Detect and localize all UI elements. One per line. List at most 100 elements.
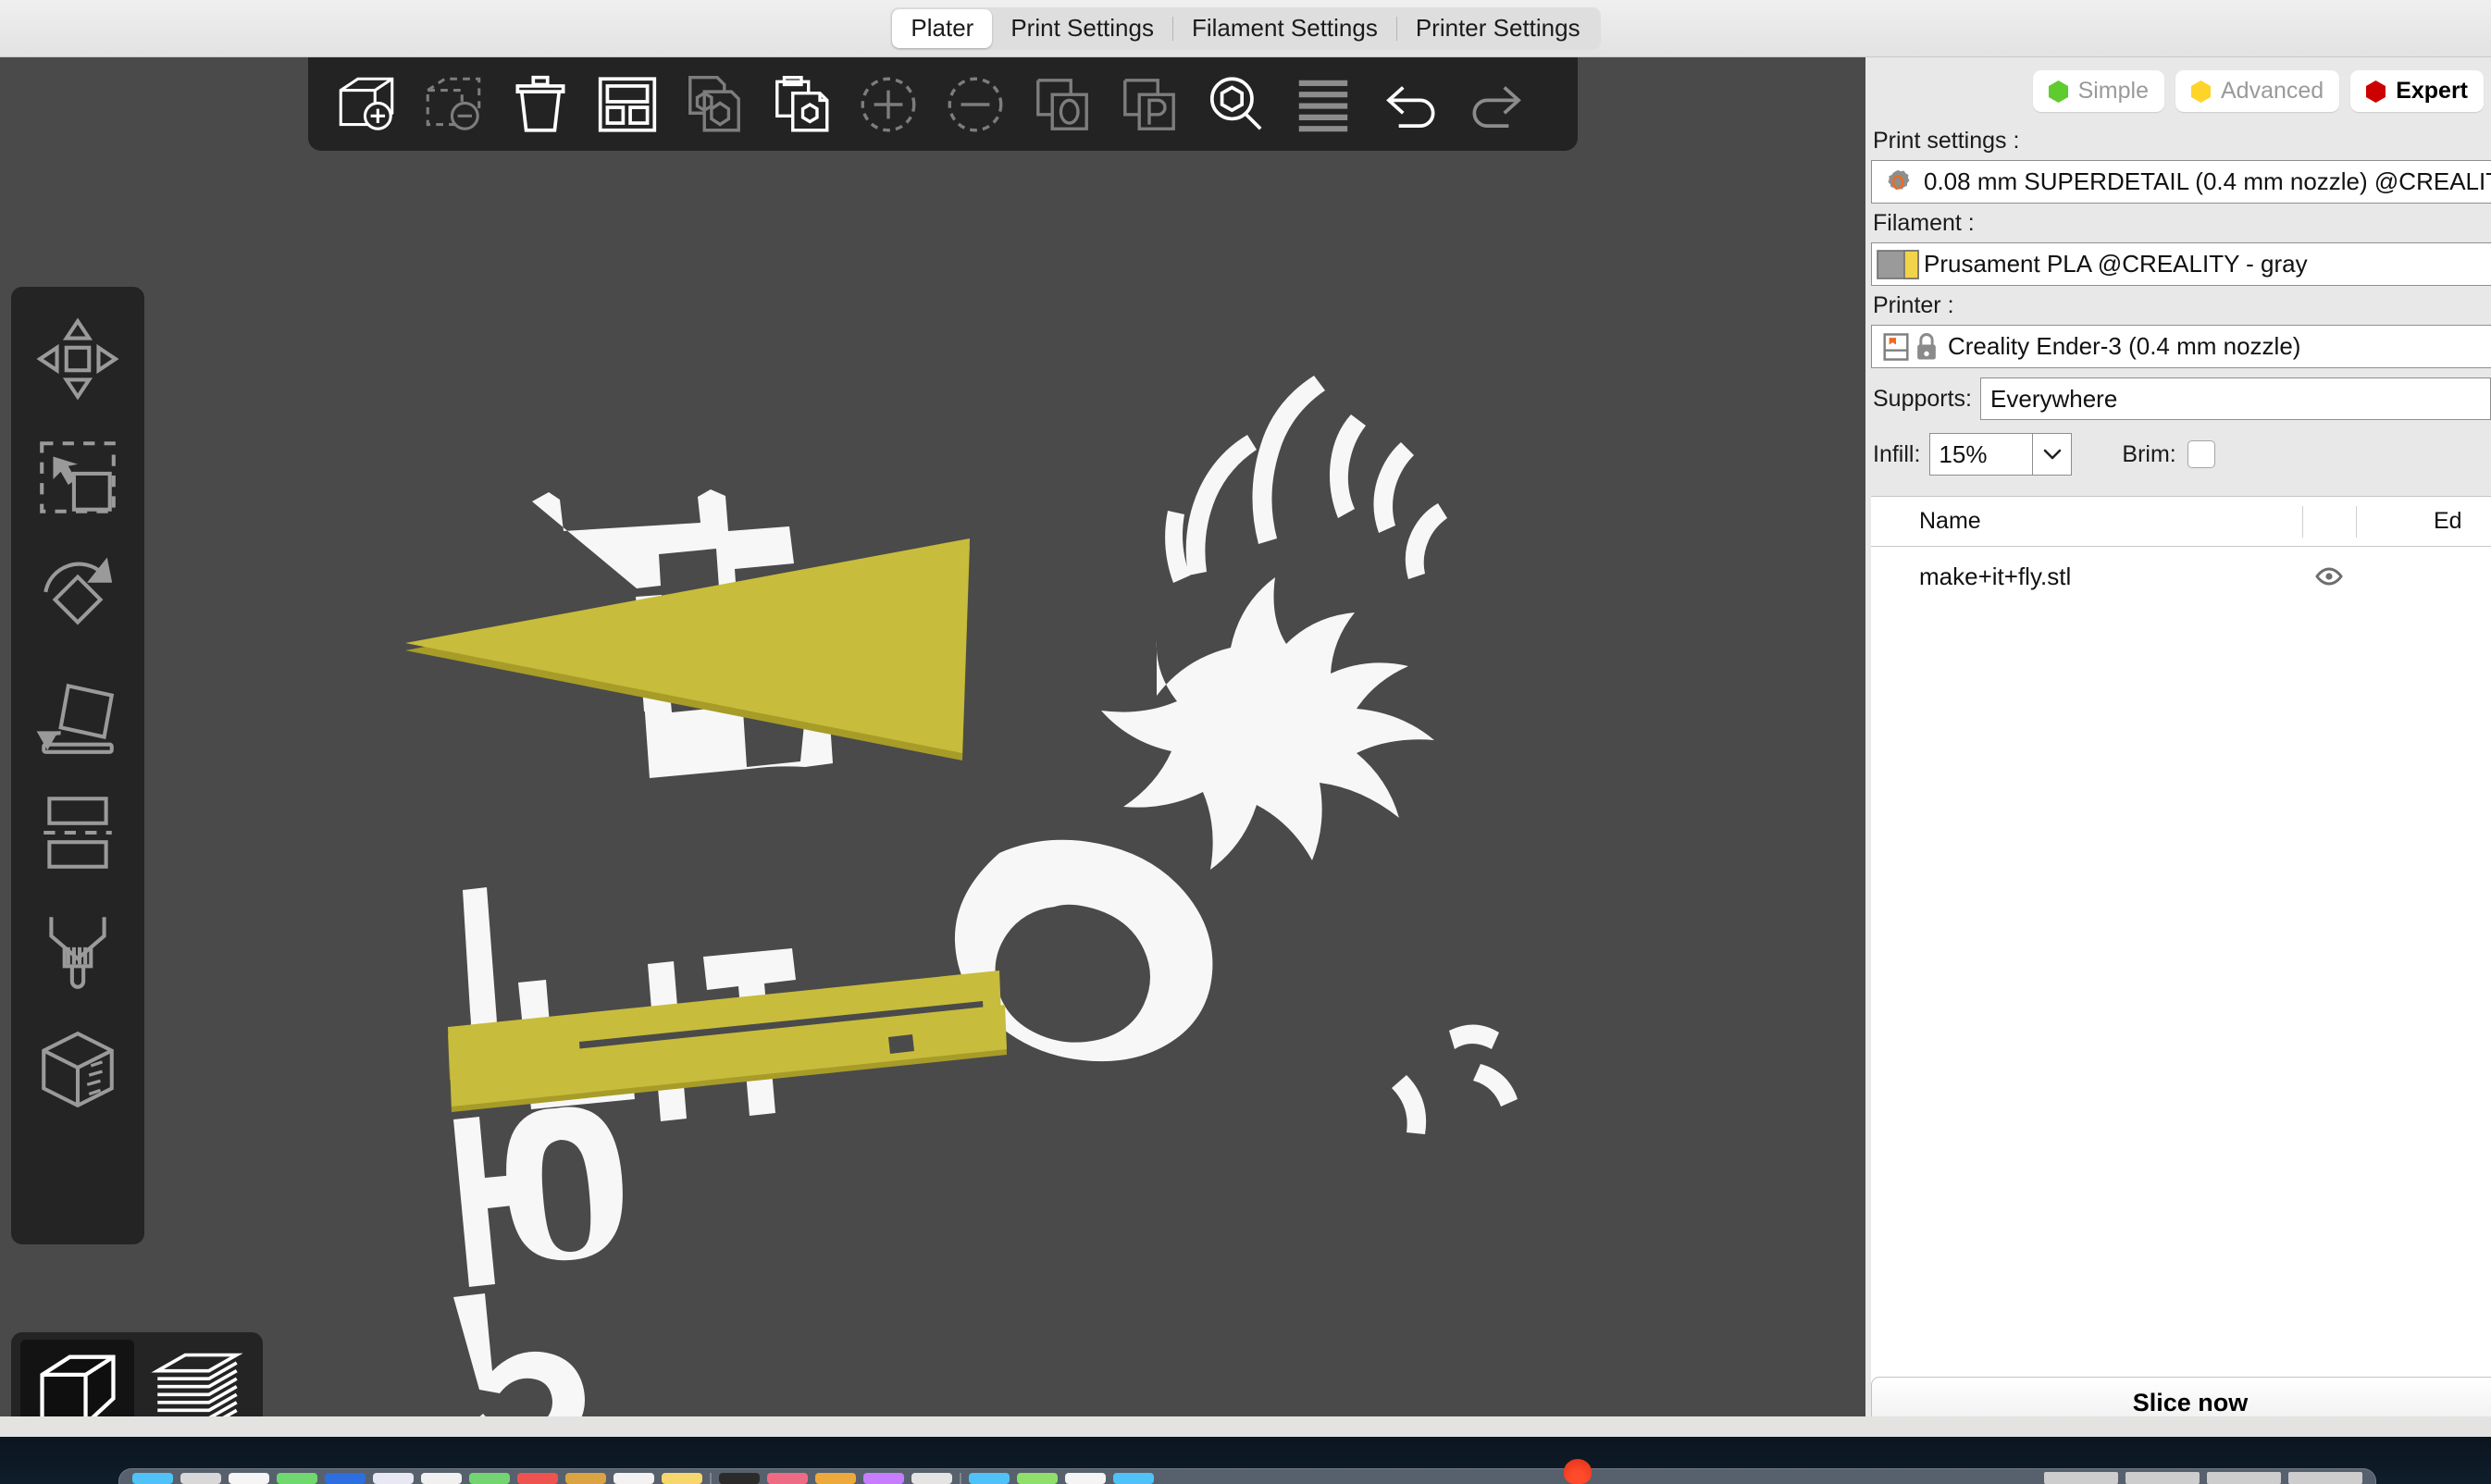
dock-icon[interactable] [565, 1473, 606, 1484]
object-list-header: Name Ed [1871, 497, 2491, 547]
cut-gizmo-icon[interactable] [17, 773, 139, 892]
dock-icon[interactable] [662, 1473, 702, 1484]
undo-icon[interactable] [1367, 66, 1454, 143]
macos-dock[interactable] [118, 1468, 2376, 1484]
paint-support-gizmo-icon[interactable] [17, 892, 139, 1010]
column-header-editing: Ed [2434, 508, 2462, 534]
variable-layer-height-icon[interactable] [1280, 66, 1367, 143]
mode-advanced-label: Advanced [2220, 78, 2324, 104]
table-row[interactable]: make+it+fly.stl [1871, 547, 2491, 606]
infill-value[interactable]: 15% [1929, 433, 2034, 476]
infill-label: Infill: [1873, 440, 1921, 467]
tab-print-settings[interactable]: Print Settings [992, 9, 1172, 48]
model-render [405, 376, 1518, 1416]
infill-row: Infill: 15% Brim: [1865, 433, 2491, 476]
supports-select[interactable]: Everywhere [1980, 377, 2491, 420]
printer-combo[interactable]: Creality Ender-3 (0.4 mm nozzle) [1871, 325, 2491, 368]
tab-plater[interactable]: Plater [892, 8, 993, 48]
dock-icon[interactable] [229, 1473, 269, 1484]
dock-icon[interactable] [373, 1473, 414, 1484]
settings-sidebar: Simple Advanced Expert Print settings : [1865, 57, 2491, 1416]
dock-icon[interactable] [767, 1473, 808, 1484]
infill-dropdown-button[interactable] [2033, 433, 2073, 476]
dock-icon[interactable] [325, 1473, 366, 1484]
dock-icon[interactable] [1113, 1473, 1154, 1484]
dock-separator [960, 1473, 961, 1484]
seam-gizmo-icon[interactable] [17, 1010, 139, 1129]
tab-filament-settings[interactable]: Filament Settings [1173, 9, 1396, 48]
scale-gizmo-icon[interactable] [17, 418, 139, 537]
filament-label: Filament : [1873, 210, 1975, 236]
object-name: make+it+fly.stl [1919, 562, 2072, 590]
dock-icon[interactable] [719, 1473, 760, 1484]
dock-minimized-window[interactable] [2125, 1472, 2200, 1484]
siri-icon[interactable] [1564, 1459, 1592, 1484]
dock-icon[interactable] [1065, 1473, 1106, 1484]
preview-view-button[interactable] [140, 1340, 254, 1416]
dock-icon[interactable] [969, 1473, 1010, 1484]
paste-icon[interactable] [758, 66, 845, 143]
supports-label: Supports: [1873, 385, 1973, 412]
chevron-down-icon [2043, 449, 2062, 460]
mode-expert-button[interactable]: Expert [2350, 70, 2484, 112]
left-toolbar [11, 287, 144, 1244]
printer-icon [1872, 332, 1948, 362]
dock-icon[interactable] [815, 1473, 856, 1484]
dock-icon[interactable] [911, 1473, 952, 1484]
3d-viewport[interactable] [0, 57, 1865, 1416]
dock-minimized-window[interactable] [2288, 1472, 2362, 1484]
dock-minimized-window[interactable] [2207, 1472, 2281, 1484]
lock-icon [1916, 332, 1936, 360]
window-bottom-edge [0, 1416, 2491, 1437]
column-header-blank [2356, 505, 2424, 538]
delete-selected-icon[interactable] [410, 66, 497, 143]
supports-row: Supports: Everywhere [1865, 377, 2491, 420]
copy-icon[interactable] [671, 66, 758, 143]
move-gizmo-icon[interactable] [17, 300, 139, 418]
dock-icon[interactable] [469, 1473, 510, 1484]
remove-instance-icon[interactable] [932, 66, 1019, 143]
rotate-gizmo-icon[interactable] [17, 537, 139, 655]
print-settings-label: Print settings : [1873, 128, 2020, 154]
add-instance-icon[interactable] [845, 66, 932, 143]
tab-bar: Plater Print Settings Filament Settings … [0, 0, 2491, 57]
eye-icon[interactable] [2302, 566, 2356, 587]
mode-expert-label: Expert [2396, 78, 2468, 104]
mode-advanced-button[interactable]: Advanced [2175, 70, 2340, 112]
print-settings-combo[interactable]: 0.08 mm SUPERDETAIL (0.4 mm nozzle) @CRE… [1871, 160, 2491, 204]
hex-dot-icon [2190, 80, 2211, 103]
editor-view-button[interactable] [20, 1340, 134, 1416]
brim-label: Brim: [2122, 440, 2176, 467]
printer-value: Creality Ender-3 (0.4 mm nozzle) [1948, 332, 2301, 360]
dock-icon[interactable] [863, 1473, 904, 1484]
dock-icon[interactable] [277, 1473, 317, 1484]
view-mode-toggle [11, 1332, 263, 1416]
place-on-face-gizmo-icon[interactable] [17, 655, 139, 773]
mode-simple-button[interactable]: Simple [2032, 70, 2164, 112]
split-to-objects-icon[interactable] [1019, 66, 1106, 143]
dock-minimized-window[interactable] [2044, 1472, 2118, 1484]
dock-separator [710, 1473, 712, 1484]
printer-label: Printer : [1873, 292, 1954, 318]
dock-icon[interactable] [613, 1473, 654, 1484]
object-list: Name Ed make+it+fly.stl [1871, 496, 2491, 1384]
tab-printer-settings[interactable]: Printer Settings [1397, 9, 1599, 48]
arrange-icon[interactable] [584, 66, 671, 143]
filament-combo[interactable]: Prusament PLA @CREALITY - gray [1871, 242, 2491, 286]
dock-icon[interactable] [132, 1473, 173, 1484]
add-icon[interactable] [323, 66, 410, 143]
dock-icon[interactable] [421, 1473, 462, 1484]
split-to-parts-icon[interactable] [1106, 66, 1193, 143]
dock-icon[interactable] [1017, 1473, 1058, 1484]
tab-group: Plater Print Settings Filament Settings … [890, 6, 1601, 50]
top-toolbar [308, 57, 1578, 151]
filament-value: Prusament PLA @CREALITY - gray [1924, 250, 2308, 278]
dock-icon[interactable] [180, 1473, 221, 1484]
delete-all-icon[interactable] [497, 66, 584, 143]
search-icon[interactable] [1193, 66, 1280, 143]
column-header-extruder [2302, 505, 2356, 538]
dock-icon[interactable] [517, 1473, 558, 1484]
brim-checkbox[interactable] [2187, 440, 2215, 468]
column-header-name: Name [1919, 508, 1981, 534]
redo-icon[interactable] [1454, 66, 1541, 143]
